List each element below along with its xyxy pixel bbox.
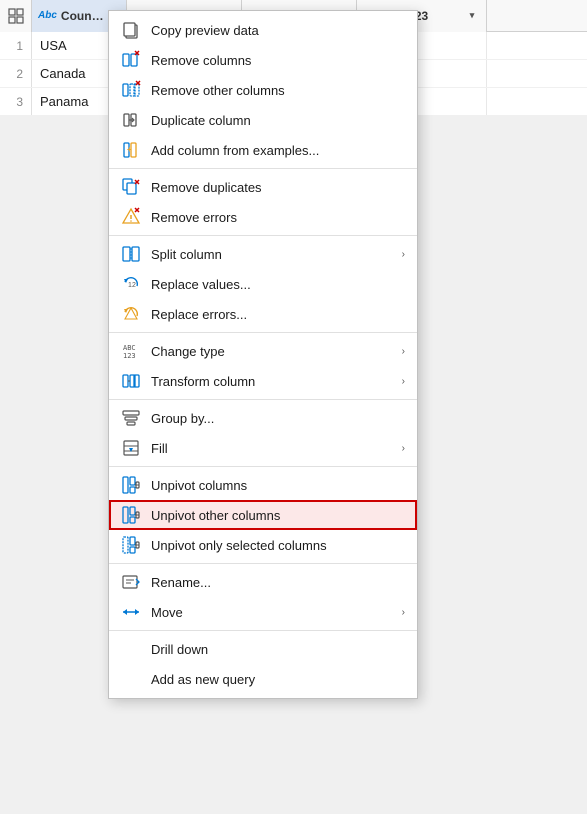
duplicate-column-icon (117, 108, 145, 132)
separator-5 (109, 466, 417, 467)
add-new-query-icon (117, 667, 145, 691)
change-type-arrow: › (402, 346, 405, 357)
col-dropdown-date3[interactable]: ▾ (464, 8, 480, 24)
row-num-2: 2 (0, 60, 32, 87)
separator-6 (109, 563, 417, 564)
menu-label-unpivot-selected-columns: Unpivot only selected columns (151, 538, 405, 553)
move-icon (117, 600, 145, 624)
menu-label-remove-other-columns: Remove other columns (151, 83, 405, 98)
copy-icon (117, 18, 145, 42)
menu-label-group-by: Group by... (151, 411, 405, 426)
drill-down-icon (117, 637, 145, 661)
row-num-header (0, 0, 32, 32)
split-column-icon (117, 242, 145, 266)
replace-errors-icon (117, 302, 145, 326)
menu-label-duplicate-column: Duplicate column (151, 113, 405, 128)
menu-item-drill-down[interactable]: Drill down (109, 634, 417, 664)
separator-3 (109, 332, 417, 333)
menu-item-remove-duplicates[interactable]: Remove duplicates (109, 172, 417, 202)
menu-item-move[interactable]: Move › (109, 597, 417, 627)
svg-text:2: 2 (132, 282, 136, 289)
menu-label-add-column-examples: Add column from examples... (151, 143, 405, 158)
split-column-arrow: › (402, 249, 405, 260)
menu-label-move: Move (151, 605, 402, 620)
menu-item-add-column-examples[interactable]: + Add column from examples... (109, 135, 417, 165)
menu-item-replace-values[interactable]: 1 2 Replace values... (109, 269, 417, 299)
separator-2 (109, 235, 417, 236)
menu-item-replace-errors[interactable]: Replace errors... (109, 299, 417, 329)
menu-item-duplicate-column[interactable]: Duplicate column (109, 105, 417, 135)
menu-label-split-column: Split column (151, 247, 402, 262)
menu-label-change-type: Change type (151, 344, 402, 359)
menu-label-remove-columns: Remove columns (151, 53, 405, 68)
menu-label-rename: Rename... (151, 575, 405, 590)
menu-label-replace-values: Replace values... (151, 277, 405, 292)
menu-item-transform-column[interactable]: Transform column › (109, 366, 417, 396)
svg-text:+: + (127, 145, 132, 154)
remove-duplicates-icon (117, 175, 145, 199)
fill-arrow: › (402, 443, 405, 454)
menu-label-transform-column: Transform column (151, 374, 402, 389)
menu-item-remove-other-columns[interactable]: Remove other columns (109, 75, 417, 105)
remove-errors-icon (117, 205, 145, 229)
menu-item-copy-preview[interactable]: Copy preview data (109, 15, 417, 45)
menu-label-replace-errors: Replace errors... (151, 307, 405, 322)
unpivot-selected-columns-icon (117, 533, 145, 557)
add-column-examples-icon: + (117, 138, 145, 162)
menu-label-add-new-query: Add as new query (151, 672, 405, 687)
menu-label-unpivot-columns: Unpivot columns (151, 478, 405, 493)
transform-column-icon (117, 369, 145, 393)
menu-label-fill: Fill (151, 441, 402, 456)
menu-item-fill[interactable]: Fill › (109, 433, 417, 463)
replace-values-icon: 1 2 (117, 272, 145, 296)
menu-item-remove-columns[interactable]: Remove columns (109, 45, 417, 75)
menu-label-unpivot-other-columns: Unpivot other columns (151, 508, 405, 523)
rename-icon (117, 570, 145, 594)
transform-column-arrow: › (402, 376, 405, 387)
menu-item-rename[interactable]: Rename... (109, 567, 417, 597)
unpivot-columns-icon (117, 473, 145, 497)
menu-item-group-by[interactable]: Group by... (109, 403, 417, 433)
col-label-country: Country (61, 9, 104, 23)
menu-item-unpivot-other-columns[interactable]: Unpivot other columns (109, 500, 417, 530)
menu-item-remove-errors[interactable]: Remove errors (109, 202, 417, 232)
separator-7 (109, 630, 417, 631)
fill-icon (117, 436, 145, 460)
menu-label-remove-duplicates: Remove duplicates (151, 180, 405, 195)
menu-item-change-type[interactable]: ABC 123 Change type › (109, 336, 417, 366)
row-num-3: 3 (0, 88, 32, 115)
separator-4 (109, 399, 417, 400)
change-type-icon: ABC 123 (117, 339, 145, 363)
move-arrow: › (402, 607, 405, 618)
context-menu: Copy preview data Remove columns Remove … (108, 10, 418, 699)
menu-item-unpivot-columns[interactable]: Unpivot columns (109, 470, 417, 500)
svg-text:ABC: ABC (123, 344, 136, 352)
col-type-icon-country: Abc (38, 10, 57, 21)
svg-text:123: 123 (123, 352, 136, 360)
row-num-1: 1 (0, 32, 32, 59)
menu-item-add-new-query[interactable]: Add as new query (109, 664, 417, 694)
separator-1 (109, 168, 417, 169)
remove-columns-icon (117, 48, 145, 72)
remove-other-columns-icon (117, 78, 145, 102)
menu-label-copy-preview: Copy preview data (151, 23, 405, 38)
menu-label-drill-down: Drill down (151, 642, 405, 657)
unpivot-other-columns-icon (117, 503, 145, 527)
menu-item-split-column[interactable]: Split column › (109, 239, 417, 269)
menu-label-remove-errors: Remove errors (151, 210, 405, 225)
menu-item-unpivot-selected-columns[interactable]: Unpivot only selected columns (109, 530, 417, 560)
group-by-icon (117, 406, 145, 430)
